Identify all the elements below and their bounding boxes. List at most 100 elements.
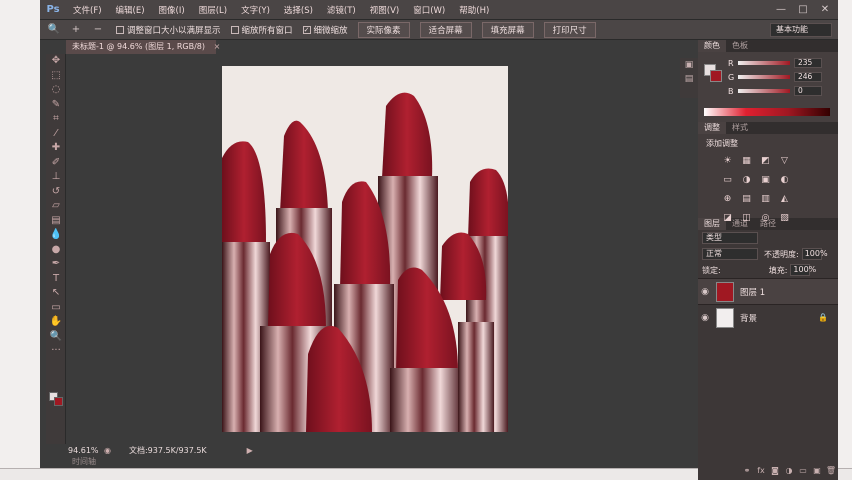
gradient-map-icon[interactable]: ◎ [758, 211, 773, 226]
tab-styles[interactable]: 样式 [726, 122, 754, 134]
timeline-tab[interactable]: 时间轴 [66, 456, 146, 468]
tab-color[interactable]: 颜色 [698, 40, 726, 52]
menu-type[interactable]: 文字(Y) [234, 4, 277, 16]
color-panel-background[interactable] [710, 70, 722, 82]
path-select-tool-icon[interactable]: ↖ [46, 286, 66, 301]
type-tool-icon[interactable]: T [46, 272, 66, 287]
exposure-icon[interactable]: ▽ [777, 154, 792, 169]
hand-tool-icon[interactable]: ✋ [46, 315, 66, 330]
menu-select[interactable]: 选择(S) [277, 4, 320, 16]
background-color-swatch[interactable] [54, 397, 63, 406]
visibility-eye-icon[interactable]: ◉ [698, 313, 712, 323]
workspace-select[interactable]: 基本功能 [770, 23, 832, 37]
maximize-button[interactable]: □ [794, 3, 812, 17]
tab-swatches[interactable]: 色板 [726, 40, 754, 52]
menu-layer[interactable]: 图层(L) [192, 4, 234, 16]
channel-mixer-icon[interactable]: ▤ [739, 192, 754, 207]
black-white-icon[interactable]: ◐ [777, 173, 792, 188]
lasso-tool-icon[interactable]: ◌ [46, 83, 66, 98]
menu-view[interactable]: 视图(V) [363, 4, 406, 16]
layer-row-1[interactable]: ◉ 图层 1 [698, 278, 838, 304]
new-layer-icon[interactable]: ▣ [810, 466, 824, 478]
dodge-tool-icon[interactable]: ● [46, 243, 66, 258]
zoom-out-icon[interactable]: − [90, 23, 106, 37]
lipstick-photo[interactable] [222, 66, 508, 432]
green-slider[interactable]: G 246 [728, 72, 828, 82]
red-slider[interactable]: R 235 [728, 58, 828, 68]
tab-adjustments[interactable]: 调整 [698, 122, 726, 134]
history-brush-tool-icon[interactable]: ↺ [46, 185, 66, 200]
zoom-tool-icon[interactable]: 🔍 [46, 23, 62, 37]
menu-help[interactable]: 帮助(H) [452, 4, 496, 16]
pen-tool-icon[interactable]: ✒ [46, 257, 66, 272]
move-tool-icon[interactable]: ✥ [46, 54, 66, 69]
brightness-icon[interactable]: ☀ [720, 154, 735, 169]
layer-style-icon[interactable]: fx [754, 466, 768, 478]
menu-filter[interactable]: 滤镜(T) [320, 4, 363, 16]
delete-layer-icon[interactable]: 🗑 [824, 466, 838, 478]
doc-info-icon[interactable]: ◉ [104, 446, 111, 455]
fill-screen-button[interactable]: 填充屏幕 [481, 21, 534, 38]
menu-image[interactable]: 图像(I) [152, 4, 192, 16]
levels-icon[interactable]: ▦ [739, 154, 754, 169]
green-track[interactable] [738, 75, 790, 79]
blue-value[interactable]: 0 [794, 86, 822, 96]
menu-file[interactable]: 文件(F) [66, 4, 109, 16]
stamp-tool-icon[interactable]: ⊥ [46, 170, 66, 185]
blur-tool-icon[interactable]: 💧 [46, 228, 66, 243]
photo-filter-icon[interactable]: ⊕ [720, 192, 735, 207]
eraser-tool-icon[interactable]: ▱ [46, 199, 66, 214]
menu-window[interactable]: 窗口(W) [406, 4, 452, 16]
threshold-icon[interactable]: ◫ [739, 211, 754, 226]
zoom-in-icon[interactable]: + [68, 23, 84, 37]
layer-row-background[interactable]: ◉ 背景 🔒 [698, 304, 838, 330]
properties-panel-icon[interactable]: ▤ [680, 72, 698, 86]
healing-tool-icon[interactable]: ✚ [46, 141, 66, 156]
minimize-button[interactable]: — [772, 3, 790, 17]
selective-color-icon[interactable]: ▧ [777, 211, 792, 226]
red-value[interactable]: 235 [794, 58, 822, 68]
actual-pixels-button[interactable]: 实际像素 [357, 21, 410, 38]
marquee-tool-icon[interactable]: ⬚ [46, 69, 66, 84]
close-window-button[interactable]: ✕ [816, 3, 834, 17]
color-spectrum[interactable] [704, 108, 830, 116]
fit-screen-button[interactable]: 适合屏幕 [419, 21, 472, 38]
brush-tool-icon[interactable]: ✐ [46, 156, 66, 171]
menu-edit[interactable]: 编辑(E) [109, 4, 152, 16]
red-track[interactable] [738, 61, 790, 65]
eyedropper-tool-icon[interactable]: ⁄ [46, 127, 66, 142]
vibrance-icon[interactable]: ▭ [720, 173, 735, 188]
shape-tool-icon[interactable]: ▭ [46, 301, 66, 316]
opacity-value[interactable]: 100% [801, 248, 828, 260]
color-balance-icon[interactable]: ▣ [758, 173, 773, 188]
blue-slider[interactable]: B 0 [728, 86, 828, 96]
fill-value[interactable]: 100% [790, 264, 816, 276]
invert-icon[interactable]: ◭ [777, 192, 792, 207]
canvas-area[interactable] [68, 54, 698, 444]
zoom-level[interactable]: 94.61% [68, 446, 100, 455]
link-layers-icon[interactable]: ⚭ [740, 466, 754, 478]
more-tools-icon[interactable]: ··· [46, 344, 66, 359]
quick-select-tool-icon[interactable]: ✎ [46, 98, 66, 113]
zoom-tool-icon[interactable]: 🔍 [46, 330, 66, 345]
adjustment-layer-icon[interactable]: ◑ [782, 466, 796, 478]
resize-windows-checkbox[interactable]: 调整窗口大小以满屏显示 [116, 24, 221, 36]
blend-mode-select[interactable]: 正常 [702, 248, 758, 260]
close-doc-icon[interactable]: × [214, 42, 221, 51]
print-size-button[interactable]: 打印尺寸 [543, 21, 596, 38]
blue-track[interactable] [738, 89, 790, 93]
zoom-all-checkbox[interactable]: 缩放所有窗口 [230, 24, 293, 36]
posterize-icon[interactable]: ◪ [720, 211, 735, 226]
visibility-eye-icon[interactable]: ◉ [698, 287, 712, 297]
curves-icon[interactable]: ◩ [758, 154, 773, 169]
document-tab[interactable]: 未标题-1 @ 94.6% (图层 1, RGB/8) × [66, 40, 220, 54]
color-lookup-icon[interactable]: ▥ [758, 192, 773, 207]
add-mask-icon[interactable]: ◙ [768, 466, 782, 478]
new-group-icon[interactable]: ▭ [796, 466, 810, 478]
gradient-tool-icon[interactable]: ▤ [46, 214, 66, 229]
status-menu-arrow-icon[interactable]: ▶ [247, 446, 253, 455]
crop-tool-icon[interactable]: ⌗ [46, 112, 66, 127]
scrubby-zoom-checkbox[interactable]: ✓ 细微缩放 [302, 24, 348, 36]
hue-saturation-icon[interactable]: ◑ [739, 173, 754, 188]
layer-kind-select[interactable]: 类型 [702, 232, 758, 244]
